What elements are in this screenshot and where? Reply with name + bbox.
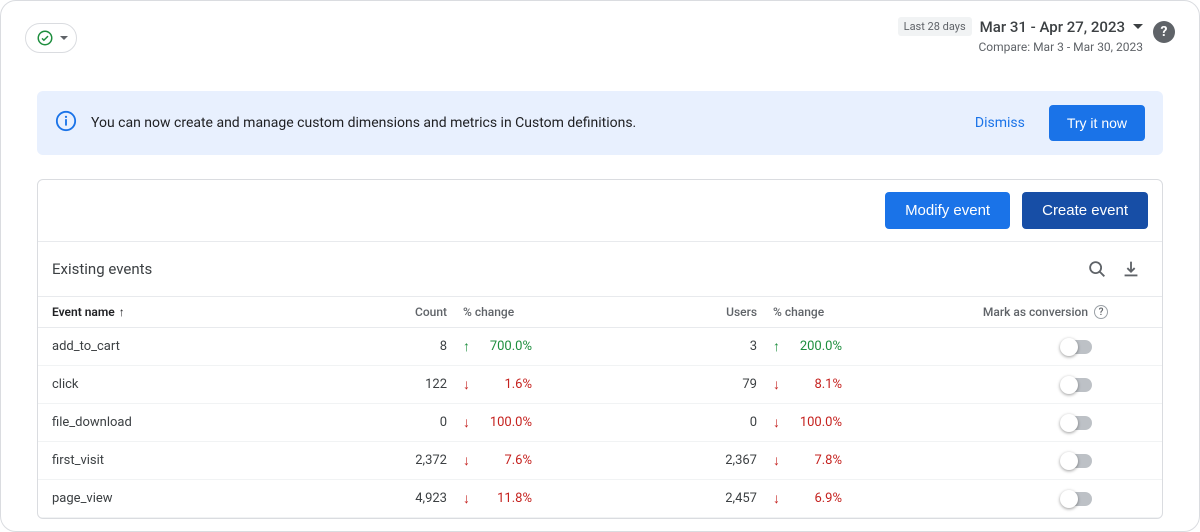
arrow-down-icon: ↓ [773,376,780,393]
date-range-picker[interactable]: Last 28 days Mar 31 - Apr 27, 2023 [898,17,1143,36]
try-it-now-button[interactable]: Try it now [1049,105,1145,141]
event-name[interactable]: file_download [52,415,357,430]
status-pill[interactable] [25,23,77,53]
arrow-up-icon: ↑ [463,338,470,355]
count-change: ↓1.6% [447,376,557,393]
event-name[interactable]: add_to_cart [52,339,357,354]
arrow-up-icon: ↑ [773,338,780,355]
banner-text: You can now create and manage custom dim… [91,115,961,131]
conversion-toggle[interactable] [1062,378,1092,392]
col-event-name[interactable]: Event name ↑ [52,305,357,319]
search-icon[interactable] [1080,252,1114,286]
download-icon[interactable] [1114,252,1148,286]
conversion-toggle[interactable] [1062,416,1092,430]
users-value: 79 [687,377,757,392]
arrow-down-icon: ↓ [463,452,470,469]
event-name[interactable]: page_view [52,491,357,506]
conversion-toggle[interactable] [1062,454,1092,468]
count-value: 2,372 [357,453,447,468]
count-value: 4,923 [357,491,447,506]
users-value: 0 [687,415,757,430]
users-value: 2,457 [687,491,757,506]
section-title: Existing events [52,260,152,278]
help-icon[interactable]: ? [1153,21,1175,43]
count-value: 8 [357,339,447,354]
event-name[interactable]: click [52,377,357,392]
users-change: ↓8.1% [757,376,867,393]
col-count-change[interactable]: % change [447,305,557,319]
table-row: click122↓1.6% 79↓8.1% [38,366,1162,404]
col-users[interactable]: Users [687,305,757,319]
table-row: add_to_cart8↑700.0% 3↑200.0% [38,328,1162,366]
users-change: ↓100.0% [757,414,867,431]
dismiss-link[interactable]: Dismiss [975,115,1025,131]
date-range-text: Mar 31 - Apr 27, 2023 [980,18,1125,36]
col-count[interactable]: Count [357,305,447,319]
info-banner: You can now create and manage custom dim… [37,91,1163,155]
users-change: ↓7.8% [757,452,867,469]
users-value: 3 [687,339,757,354]
count-change: ↓11.8% [447,490,557,507]
table-row: file_download0↓100.0%0↓100.0% [38,404,1162,442]
col-mark-conversion: Mark as conversion ? [948,305,1148,319]
arrow-down-icon: ↓ [463,376,470,393]
events-card: Modify event Create event Existing event… [37,179,1163,519]
create-event-button[interactable]: Create event [1022,192,1148,229]
info-icon [55,110,77,136]
event-name[interactable]: first_visit [52,453,357,468]
arrow-down-icon: ↓ [773,414,780,431]
modify-event-button[interactable]: Modify event [885,192,1010,229]
date-preset-chip: Last 28 days [898,17,972,36]
chevron-down-icon [60,36,68,40]
compare-range-text: Compare: Mar 3 - Mar 30, 2023 [898,40,1143,54]
arrow-down-icon: ↓ [773,490,780,507]
conversion-toggle[interactable] [1062,340,1092,354]
help-icon[interactable]: ? [1094,305,1108,319]
arrow-down-icon: ↓ [773,452,780,469]
table-row: page_view4,923↓11.8% 2,457↓6.9% [38,480,1162,518]
arrow-down-icon: ↓ [463,490,470,507]
count-change: ↑700.0% [447,338,557,355]
users-change: ↓6.9% [757,490,867,507]
count-value: 122 [357,377,447,392]
count-change: ↓100.0% [447,414,557,431]
conversion-toggle[interactable] [1062,492,1092,506]
arrow-down-icon: ↓ [463,414,470,431]
table-row: first_visit2,372↓7.6% 2,367↓7.8% [38,442,1162,480]
check-circle-icon [36,29,54,47]
sort-asc-icon: ↑ [119,305,125,319]
count-change: ↓7.6% [447,452,557,469]
col-users-change[interactable]: % change [757,305,867,319]
count-value: 0 [357,415,447,430]
users-value: 2,367 [687,453,757,468]
chevron-down-icon [1133,24,1143,29]
users-change: ↑200.0% [757,338,867,355]
table-header: Event name ↑ Count % change Users % chan… [38,297,1162,328]
